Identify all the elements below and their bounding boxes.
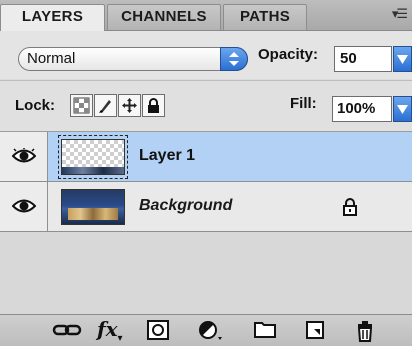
fill-input[interactable]: 100% xyxy=(332,96,392,122)
adjustment-layer-icon[interactable] xyxy=(198,320,224,342)
blend-mode-select[interactable]: Normal xyxy=(18,47,248,71)
link-layers-icon[interactable] xyxy=(52,320,82,340)
lock-position-icon[interactable] xyxy=(118,94,141,117)
eye-icon xyxy=(12,148,36,163)
fill-dropdown-icon[interactable] xyxy=(393,96,412,122)
blend-opacity-row: Normal Opacity: 50 xyxy=(0,31,412,79)
blend-mode-arrows-icon[interactable] xyxy=(220,47,248,71)
lock-transparent-pixels-icon[interactable] xyxy=(70,94,93,117)
layer-row-layer-1[interactable]: Layer 1 xyxy=(0,132,412,182)
layers-list: Layer 1 Background xyxy=(0,132,412,314)
eye-icon xyxy=(12,199,36,213)
opacity-dropdown-icon[interactable] xyxy=(393,46,412,72)
layer-row-background[interactable]: Background xyxy=(0,182,412,232)
add-layer-mask-icon[interactable] xyxy=(147,320,169,340)
layer-lock-icon xyxy=(342,198,358,221)
tab-channels[interactable]: CHANNELS xyxy=(107,4,221,30)
layer-thumbnail xyxy=(58,135,128,179)
opacity-input[interactable]: 50 xyxy=(334,46,392,72)
lock-all-icon[interactable] xyxy=(142,94,165,117)
layer-thumbnail xyxy=(61,189,125,225)
visibility-toggle[interactable] xyxy=(0,182,48,231)
tab-paths[interactable]: PATHS xyxy=(223,4,307,30)
layers-footer-toolbar: fx▾ xyxy=(0,314,412,346)
lock-fill-row: Lock: Fill: 100% xyxy=(0,80,412,132)
delete-layer-trash-icon[interactable] xyxy=(356,320,374,342)
layer-style-fx-icon[interactable]: fx▾ xyxy=(97,317,123,344)
panel-menu-icon[interactable]: ▾☰ xyxy=(392,6,408,22)
new-layer-icon[interactable] xyxy=(305,320,325,340)
layer-name[interactable]: Background xyxy=(139,197,232,215)
layer-name[interactable]: Layer 1 xyxy=(139,147,195,165)
new-group-folder-icon[interactable] xyxy=(254,320,276,338)
panel-tab-bar: LAYERS CHANNELS PATHS ▾☰ xyxy=(0,0,412,31)
thumbnail-content-strip xyxy=(62,167,124,174)
lock-label: Lock: xyxy=(15,97,56,114)
lock-image-pixels-icon[interactable] xyxy=(94,94,117,117)
thumbnail-city-image xyxy=(68,208,118,220)
layers-panel: LAYERS CHANNELS PATHS ▾☰ Normal Opacity:… xyxy=(0,0,412,346)
visibility-toggle[interactable] xyxy=(0,132,48,181)
blend-mode-value: Normal xyxy=(27,50,76,67)
fill-label: Fill: xyxy=(290,95,317,112)
tab-layers[interactable]: LAYERS xyxy=(0,4,105,31)
opacity-label: Opacity: xyxy=(258,46,319,63)
